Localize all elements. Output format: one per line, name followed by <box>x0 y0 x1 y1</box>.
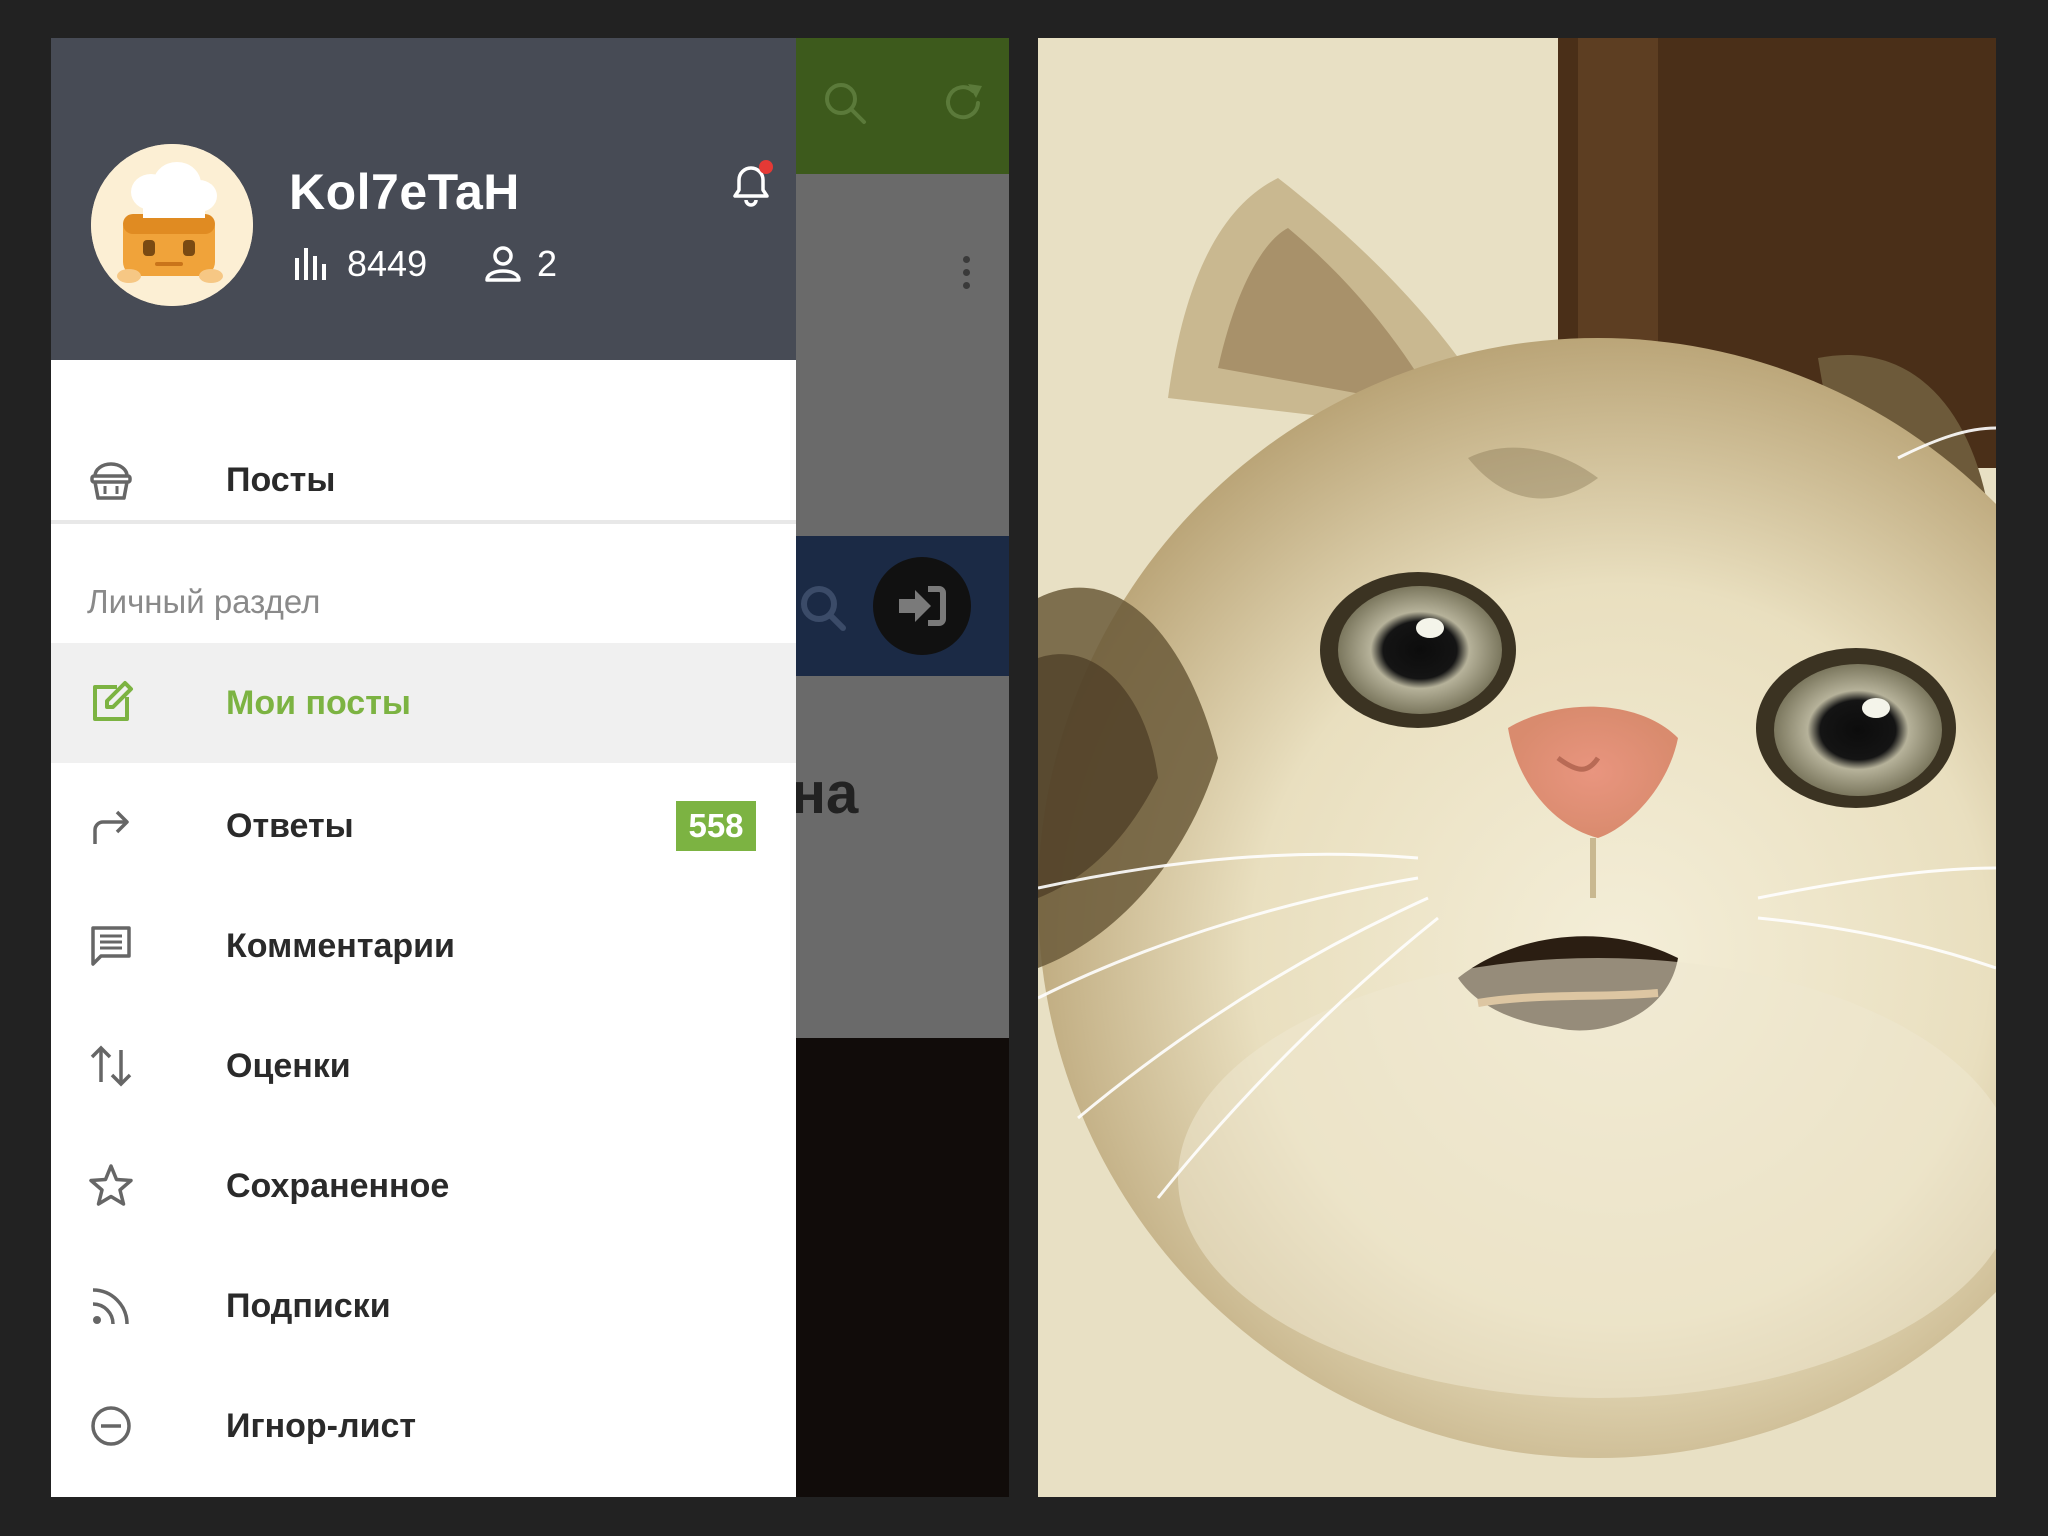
more-options-icon[interactable] <box>963 256 973 296</box>
search-icon[interactable] <box>793 578 853 638</box>
background-card <box>796 174 1009 574</box>
block-icon <box>91 1406 131 1446</box>
menu-item-saved[interactable]: Сохраненное <box>51 1126 796 1246</box>
surprised-cat-photo <box>1038 38 1996 1497</box>
menu-item-label: Подписки <box>226 1286 391 1325</box>
rating-value: 8449 <box>347 243 428 284</box>
username[interactable]: Kol7eTaH <box>289 163 520 221</box>
menu-item-subscriptions[interactable]: Подписки <box>51 1246 796 1366</box>
rating-stat: 8449 <box>293 243 427 285</box>
menu-item-label: Ответы <box>226 806 354 845</box>
sort-arrows-icon <box>90 1045 132 1087</box>
profile-header: Kol7eTaH 8449 2 <box>51 38 796 360</box>
background-image <box>796 1038 1009 1497</box>
edit-icon <box>93 681 133 721</box>
search-icon[interactable] <box>820 78 870 128</box>
login-icon <box>899 586 946 626</box>
menu-item-label: Сохраненное <box>226 1166 450 1205</box>
user-icon <box>485 246 521 282</box>
menu-item-comments[interactable]: Комментарии <box>51 886 796 1006</box>
background-card <box>796 676 1009 1076</box>
menu-item-label: Комментарии <box>226 926 455 965</box>
reply-icon <box>93 810 129 844</box>
background-toolbar <box>796 38 1009 174</box>
replies-count-badge: 558 <box>676 801 756 851</box>
comment-icon <box>91 926 131 966</box>
chef-bread-avatar-icon <box>91 144 253 306</box>
subscribers-stat: 2 <box>483 243 557 285</box>
menu-item-ratings[interactable]: Оценки <box>51 1006 796 1126</box>
rating-bars-icon <box>295 248 326 280</box>
menu-item-ignore-list[interactable]: Игнор-лист <box>51 1366 796 1486</box>
navigation-drawer: Kol7eTaH 8449 2 Посты Личный раздел Мои … <box>51 38 796 1497</box>
star-icon <box>89 1164 133 1206</box>
background-text: на <box>791 761 859 826</box>
subscribers-value: 2 <box>537 243 558 284</box>
divider <box>51 520 796 524</box>
menu-item-label: Оценки <box>226 1046 351 1085</box>
app-screenshot: на Kol7eTaH 8449 2 Посты Личный раздел М… <box>51 38 1009 1497</box>
menu-item-my-posts[interactable]: Мои посты <box>51 643 796 763</box>
basket-icon <box>90 462 132 500</box>
login-button[interactable] <box>873 557 971 655</box>
refresh-icon[interactable] <box>938 78 988 128</box>
cat-image <box>1038 38 1996 1497</box>
menu-item-label: Мои посты <box>226 683 411 722</box>
menu-item-label: Игнор-лист <box>226 1406 417 1445</box>
rss-icon <box>92 1288 129 1325</box>
section-title: Личный раздел <box>87 583 321 620</box>
avatar[interactable] <box>91 144 253 306</box>
menu-item-label: Посты <box>226 460 336 499</box>
notification-dot <box>759 160 773 174</box>
